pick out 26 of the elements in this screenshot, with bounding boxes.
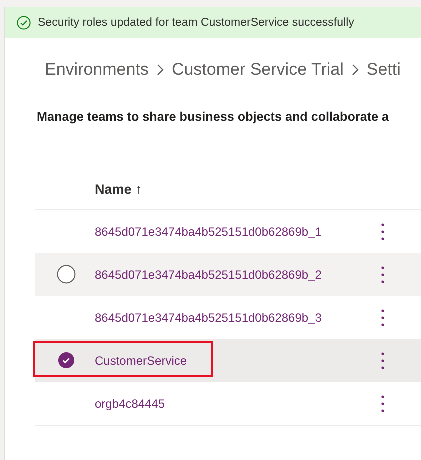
team-name-link[interactable]: CustomerService bbox=[95, 354, 381, 368]
table-row[interactable]: 8645d071e3474ba4b525151d0b62869b_1 bbox=[35, 210, 421, 253]
table-row[interactable]: 8645d071e3474ba4b525151d0b62869b_2 bbox=[35, 253, 421, 296]
banner-message: Security roles updated for team CustomerService successfully bbox=[38, 16, 354, 28]
more-options-icon[interactable] bbox=[381, 394, 385, 412]
more-options-icon[interactable] bbox=[381, 308, 385, 326]
radio-circle-icon[interactable] bbox=[56, 265, 76, 284]
team-name-link[interactable]: orgb4c84445 bbox=[95, 396, 381, 410]
team-name-link[interactable]: 8645d071e3474ba4b525151d0b62869b_3 bbox=[95, 310, 381, 324]
breadcrumb-link[interactable]: Customer Service Trial bbox=[172, 60, 344, 80]
team-name-link[interactable]: 8645d071e3474ba4b525151d0b62869b_1 bbox=[95, 224, 381, 238]
page-description: Manage teams to share business objects and collaborate a bbox=[37, 110, 390, 124]
checkmark-circle-icon bbox=[17, 16, 31, 30]
more-options-icon[interactable] bbox=[381, 352, 385, 370]
table-row[interactable]: CustomerService bbox=[35, 339, 421, 382]
team-name-link[interactable]: 8645d071e3474ba4b525151d0b62869b_2 bbox=[95, 268, 381, 282]
table-row[interactable]: 8645d071e3474ba4b525151d0b62869b_3 bbox=[35, 296, 421, 339]
column-header[interactable]: Name ↑ bbox=[95, 182, 142, 197]
more-options-icon[interactable] bbox=[381, 266, 385, 284]
breadcrumb-link[interactable]: Setti bbox=[366, 60, 401, 80]
table-row[interactable]: orgb4c84445 bbox=[35, 382, 421, 426]
chevron-icon bbox=[350, 63, 360, 77]
chevron-icon bbox=[156, 63, 165, 77]
breadcrumb-link[interactable]: Environments bbox=[45, 60, 149, 80]
more-options-icon[interactable] bbox=[381, 222, 385, 240]
checked-circle-icon[interactable] bbox=[58, 352, 74, 369]
